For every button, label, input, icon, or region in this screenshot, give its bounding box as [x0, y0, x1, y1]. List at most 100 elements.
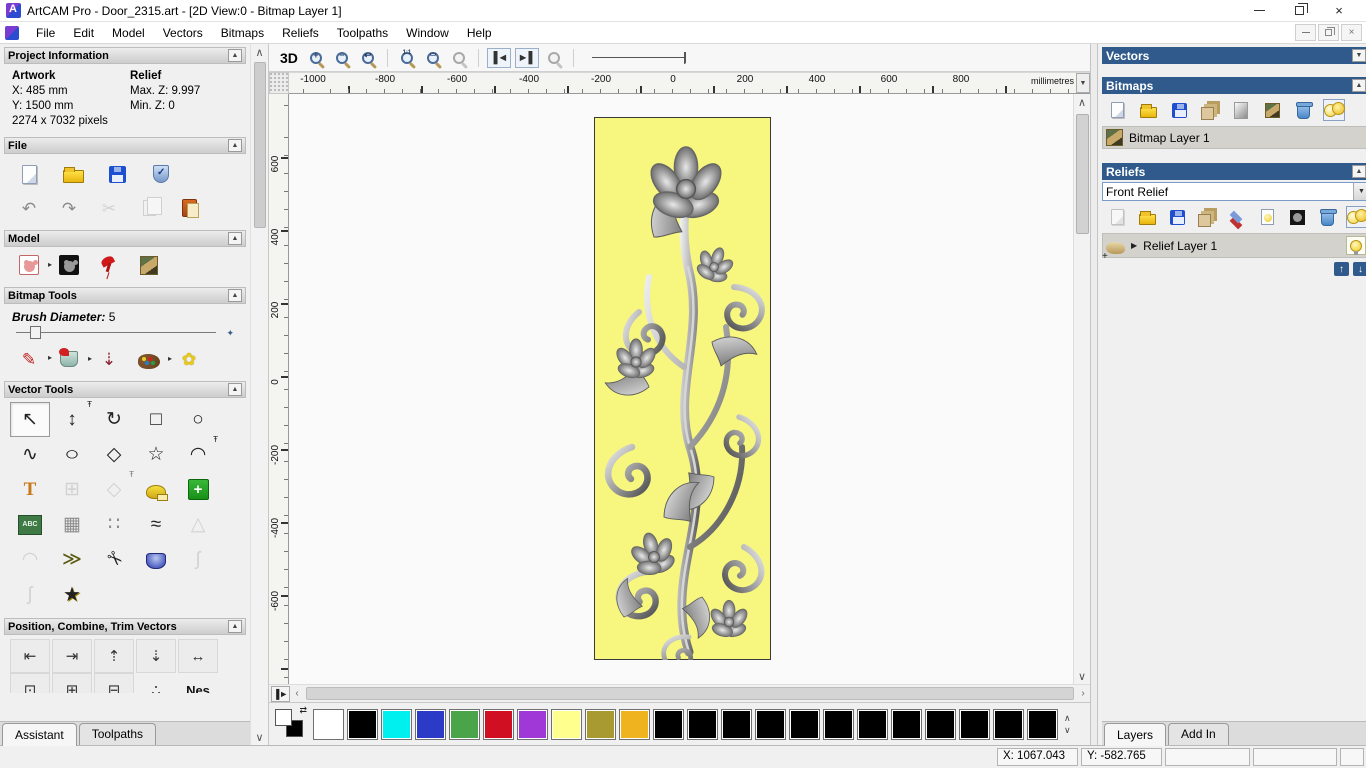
- tab-assistant[interactable]: Assistant: [2, 723, 77, 746]
- cut-icon[interactable]: ✂: [96, 196, 122, 220]
- greyscale-layer-icon[interactable]: [1230, 99, 1252, 121]
- scroll-up-icon[interactable]: ∧: [1074, 94, 1090, 110]
- bitmap-layer-row[interactable]: Bitmap Layer 1: [1102, 126, 1366, 149]
- collapse-icon[interactable]: ▲: [228, 620, 242, 633]
- align-top-tool[interactable]: ⇡: [94, 639, 134, 673]
- delete-layer-icon[interactable]: [1292, 99, 1314, 121]
- mdi-restore-button[interactable]: [1318, 24, 1339, 41]
- copy-icon[interactable]: [136, 196, 162, 220]
- menu-help[interactable]: Help: [458, 24, 501, 42]
- brush-diameter-slider[interactable]: ✦: [16, 326, 234, 339]
- palette-swatch[interactable]: [619, 708, 650, 740]
- palette-swatch[interactable]: [347, 708, 378, 740]
- minimize-button[interactable]: [1250, 3, 1268, 19]
- palette-icon[interactable]: [136, 347, 172, 371]
- new-model-icon[interactable]: [16, 162, 42, 186]
- collapse-icon[interactable]: ▲: [1352, 165, 1366, 178]
- palette-swatch[interactable]: [993, 708, 1024, 740]
- relief-select[interactable]: Front Relief ▼: [1102, 182, 1366, 201]
- next-bitmap-layer-button[interactable]: ►▌: [514, 47, 539, 68]
- open-file-icon[interactable]: [60, 162, 86, 186]
- move-layer-down-button[interactable]: ↓: [1353, 262, 1366, 276]
- scrollbar-thumb[interactable]: [1075, 114, 1089, 234]
- palette-swatch[interactable]: [687, 708, 718, 740]
- image-layer-icon[interactable]: [1261, 99, 1283, 121]
- align-right-tool[interactable]: ⇥: [52, 639, 92, 673]
- set-model-size-icon[interactable]: [16, 253, 52, 277]
- toggle-relief-visibility-icon[interactable]: [1346, 206, 1366, 228]
- arc-edit-tool[interactable]: ◠: [10, 542, 50, 577]
- collapse-icon[interactable]: ▲: [1352, 79, 1366, 92]
- palette-swatch[interactable]: [415, 708, 446, 740]
- new-relief-layer-icon[interactable]: [1106, 206, 1128, 228]
- panel-resizer[interactable]: [1090, 44, 1098, 745]
- block-copy-tool[interactable]: ⊞: [52, 472, 92, 507]
- ungroup-vectors-tool[interactable]: ⊟: [94, 673, 134, 693]
- create-circle-tool[interactable]: ○: [178, 402, 218, 437]
- scroll-left-icon[interactable]: ‹: [290, 688, 304, 699]
- toggle-all-visibility-icon[interactable]: [1323, 99, 1345, 121]
- open-relief-icon[interactable]: [1136, 206, 1158, 228]
- smooth-spline-tool[interactable]: ʃ: [178, 542, 218, 577]
- canvas-hscrollbar[interactable]: ▐► ‹ ›: [269, 684, 1090, 702]
- reduce-colours-icon[interactable]: ✿: [176, 347, 202, 371]
- palette-swatch[interactable]: [1027, 708, 1058, 740]
- previous-bitmap-layer-button[interactable]: ▐◄: [486, 47, 511, 68]
- move-layer-up-button[interactable]: ↑: [1334, 262, 1349, 276]
- group-vectors-tool[interactable]: ⊞: [52, 673, 92, 693]
- measure-tool[interactable]: [136, 472, 176, 507]
- create-polygon-tool[interactable]: ◇: [94, 437, 134, 472]
- align-bottom-tool[interactable]: ⇣: [136, 639, 176, 673]
- palette-swatch[interactable]: [483, 708, 514, 740]
- artwork-bitmap[interactable]: [594, 117, 771, 660]
- palette-swatch[interactable]: [517, 708, 548, 740]
- zoom-in-icon[interactable]: +: [305, 48, 327, 68]
- palette-swatch[interactable]: [585, 708, 616, 740]
- zoom-out-icon[interactable]: −: [331, 48, 353, 68]
- scrollbar-thumb[interactable]: [253, 62, 266, 228]
- save-bitmap-icon[interactable]: [1168, 99, 1190, 121]
- collapse-icon[interactable]: ▲: [228, 383, 242, 396]
- pan-mode-button[interactable]: ▐►: [271, 685, 290, 702]
- slider-handle[interactable]: [30, 326, 41, 339]
- tab-toolpaths[interactable]: Toolpaths: [78, 723, 157, 745]
- menu-model[interactable]: Model: [103, 24, 154, 42]
- create-rectangle-tool[interactable]: □: [136, 402, 176, 437]
- zoom-previous-icon[interactable]: ↩: [357, 48, 379, 68]
- undo-icon[interactable]: ↶: [16, 196, 42, 220]
- menu-toolpaths[interactable]: Toolpaths: [328, 24, 397, 42]
- save-file-icon[interactable]: [104, 162, 130, 186]
- save-relief-icon[interactable]: [1166, 206, 1188, 228]
- select-vectors-tool[interactable]: ↖: [10, 402, 50, 437]
- greyscale-preview-icon[interactable]: [1286, 206, 1308, 228]
- relief-layer-row[interactable]: ▶ Relief Layer 1: [1102, 233, 1366, 262]
- flood-fill-icon[interactable]: [56, 347, 92, 371]
- dropdown-icon[interactable]: ▼: [1353, 183, 1366, 200]
- centre-in-page-tool[interactable]: ⊡: [10, 673, 50, 693]
- canvas-vscrollbar[interactable]: ∧ ∨: [1073, 94, 1090, 684]
- scroll-up-icon[interactable]: ∧: [1064, 714, 1071, 723]
- combine-relief-icon[interactable]: [1226, 206, 1248, 228]
- redo-icon[interactable]: ↷: [56, 196, 82, 220]
- scroll-up-icon[interactable]: ∧: [252, 44, 268, 60]
- wrap-star-tool[interactable]: ★: [52, 577, 92, 612]
- mirror-profile-tool[interactable]: ʃ: [10, 577, 50, 612]
- palette-swatch[interactable]: [857, 708, 888, 740]
- menu-window[interactable]: Window: [397, 24, 458, 42]
- align-left-tool[interactable]: ⇤: [10, 639, 50, 673]
- scatter-copies-tool[interactable]: ∴: [136, 673, 176, 693]
- simplify-vectors-tool[interactable]: △: [178, 507, 218, 542]
- menu-file[interactable]: File: [27, 24, 64, 42]
- scroll-down-icon[interactable]: ∨: [252, 729, 268, 745]
- lighting-icon[interactable]: [96, 253, 122, 277]
- swap-colours-icon[interactable]: ⇄: [299, 705, 307, 716]
- zoom-to-fit-icon[interactable]: ▭: [422, 48, 444, 68]
- merge-layers-icon[interactable]: [1199, 99, 1221, 121]
- restore-button[interactable]: [1290, 3, 1308, 19]
- primary-secondary-colour-indicator[interactable]: ⇄: [275, 705, 307, 740]
- close-button[interactable]: ×: [1330, 3, 1348, 19]
- paste-icon[interactable]: [176, 196, 202, 220]
- create-arc-tool[interactable]: ◠: [178, 435, 218, 472]
- units-dropdown-icon[interactable]: ▼: [1076, 73, 1090, 93]
- menu-bitmaps[interactable]: Bitmaps: [212, 24, 273, 42]
